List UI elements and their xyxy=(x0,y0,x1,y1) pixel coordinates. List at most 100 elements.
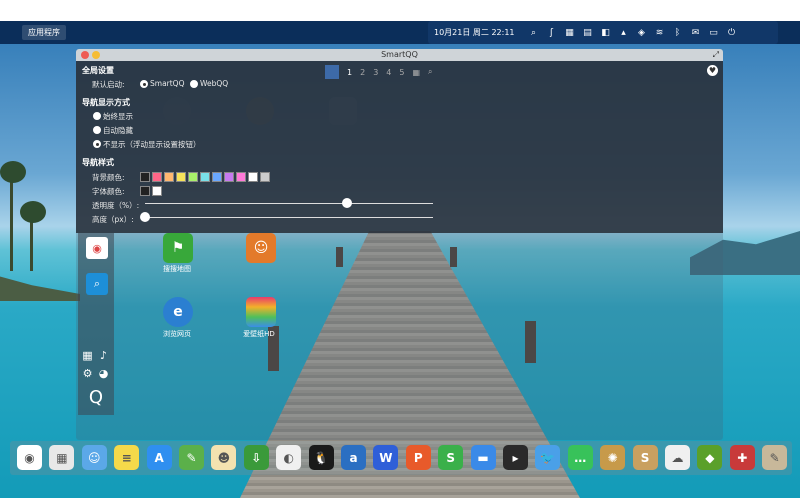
app-label[interactable]: 浏览网页 xyxy=(142,329,212,339)
height-slider-track[interactable] xyxy=(145,217,433,218)
opacity-slider-track[interactable] xyxy=(145,203,433,204)
applications-button[interactable]: 应用程序 xyxy=(22,25,66,40)
wallpaper-icon[interactable]: ▴ xyxy=(615,21,633,44)
ie-browser-icon[interactable]: e xyxy=(163,297,193,327)
bg-color-swatch[interactable] xyxy=(200,172,210,182)
qq-panel-icon[interactable]: ◧ xyxy=(597,21,615,44)
window-titlebar[interactable]: SmartQQ ⤢ xyxy=(76,49,723,61)
app-a-icon[interactable]: a xyxy=(341,445,366,470)
maximize-icon[interactable]: ⤢ xyxy=(713,49,719,61)
gimp-icon[interactable]: ✎ xyxy=(762,445,788,470)
top-menu-bar: 应用程序 10月21日 周二 22:11 ⌕ ʃ ▦ ▤ ◧ ▴ ◈ ≋ ᛒ ✉… xyxy=(0,21,800,44)
qq-penguin-icon[interactable]: 🐧 xyxy=(308,445,334,470)
bg-color-swatch[interactable] xyxy=(176,172,186,182)
font-color-swatch[interactable] xyxy=(152,186,162,196)
download-icon[interactable]: ⇩ xyxy=(243,445,269,470)
finder-icon[interactable]: ☺ xyxy=(81,445,107,470)
desktop-pager: 1 2 3 4 5 ▦ ⌕ xyxy=(325,63,433,81)
face-icon[interactable]: ☻ xyxy=(211,445,237,470)
font-color-label: 字体颜色: xyxy=(92,187,125,196)
desktop-thumbnail[interactable] xyxy=(325,65,339,79)
appstore-icon[interactable]: A xyxy=(146,445,172,470)
bird-icon[interactable]: 🐦 xyxy=(535,445,561,470)
bg-color-swatch[interactable] xyxy=(212,172,222,182)
shield-icon[interactable]: ◈ xyxy=(633,21,651,44)
option-auto-hide[interactable]: 自动隐藏 xyxy=(103,125,133,136)
wps-s-icon[interactable]: S xyxy=(438,445,464,470)
python-icon[interactable]: ʃ xyxy=(543,21,561,44)
option-webqq[interactable]: WebQQ xyxy=(200,79,228,88)
app-label[interactable]: 搜搜地图 xyxy=(142,264,212,274)
close-button[interactable] xyxy=(81,51,89,59)
search-icon[interactable]: ⌕ xyxy=(428,67,432,77)
bg-color-swatch[interactable] xyxy=(236,172,246,182)
bg-color-swatch[interactable] xyxy=(164,172,174,182)
page-5[interactable]: 5 xyxy=(399,68,404,77)
flag-map-icon[interactable]: ⚑ xyxy=(163,233,193,263)
heart-icon[interactable]: ♥ xyxy=(707,65,718,76)
toggle-icon[interactable]: ◐ xyxy=(276,445,302,470)
mail-icon[interactable]: ✉ xyxy=(687,21,705,44)
opacity-slider-knob[interactable] xyxy=(341,198,352,208)
display-icon[interactable]: ▭ xyxy=(705,21,723,44)
power-icon[interactable]: ⏻ xyxy=(723,21,741,44)
calendar-icon[interactable]: ▦ xyxy=(561,21,579,44)
compass-icon[interactable]: ✺ xyxy=(600,445,626,470)
wps-w-icon[interactable]: W xyxy=(373,445,399,470)
chat-icon[interactable]: … xyxy=(567,445,593,470)
volume-icon[interactable]: ♪ xyxy=(97,349,110,362)
window-title: SmartQQ xyxy=(381,50,418,59)
recent-icon[interactable]: ◉ xyxy=(86,237,108,259)
clock[interactable]: 10月21日 周二 22:11 xyxy=(428,27,525,38)
radio-always-show[interactable] xyxy=(93,112,101,120)
wallpaper-hd-icon[interactable] xyxy=(246,297,276,327)
option-hide[interactable]: 不显示（浮动显示设置按钮） xyxy=(103,139,201,150)
bg-color-swatch[interactable] xyxy=(188,172,198,182)
bg-color-swatch[interactable] xyxy=(152,172,162,182)
wps-p-icon[interactable]: P xyxy=(405,445,431,470)
grid-icon[interactable]: ▦ xyxy=(412,68,420,77)
bg-color-swatch[interactable] xyxy=(248,172,258,182)
window-icon[interactable]: ▬ xyxy=(470,445,496,470)
radio-hide[interactable] xyxy=(93,140,101,148)
chrome-icon[interactable]: ◉ xyxy=(17,445,42,470)
minimize-button[interactable] xyxy=(92,51,100,59)
bg-color-swatch[interactable] xyxy=(260,172,270,182)
notes-icon[interactable]: ≡ xyxy=(114,445,140,470)
palette-icon[interactable]: ◕ xyxy=(97,367,110,380)
evernote-icon[interactable]: ✎ xyxy=(179,445,204,470)
qq-logo-icon[interactable]: Q xyxy=(85,387,107,409)
radio-smartqq[interactable] xyxy=(140,80,148,88)
page-4[interactable]: 4 xyxy=(386,68,391,77)
opacity-label: 透明度（%）: xyxy=(92,201,140,210)
people-icon[interactable]: ☺ xyxy=(246,233,276,263)
cloud-icon[interactable]: ☁ xyxy=(665,445,690,470)
s-icon[interactable]: S xyxy=(632,445,658,470)
briefcase-icon[interactable]: ✚ xyxy=(729,445,755,470)
terminal-icon[interactable]: ▸ xyxy=(503,445,528,470)
page-3[interactable]: 3 xyxy=(373,68,378,77)
font-color-swatch[interactable] xyxy=(140,186,150,196)
gear-icon[interactable]: ⚙ xyxy=(81,367,94,380)
palm-leaves xyxy=(20,201,46,223)
page-2[interactable]: 2 xyxy=(360,68,365,77)
page-1[interactable]: 1 xyxy=(347,68,352,77)
android-icon[interactable]: ◆ xyxy=(697,445,723,470)
option-always-show[interactable]: 始终显示 xyxy=(103,111,133,122)
radio-auto-hide[interactable] xyxy=(93,126,101,134)
nav-style-title: 导航样式 xyxy=(82,158,114,167)
height-slider-knob[interactable] xyxy=(140,212,150,222)
launchpad-icon[interactable]: ▦ xyxy=(49,445,75,470)
bluetooth-icon[interactable]: ᛒ xyxy=(669,21,687,44)
global-settings-title: 全局设置 xyxy=(82,66,114,75)
bg-color-swatch[interactable] xyxy=(140,172,150,182)
clipboard-icon[interactable]: ▤ xyxy=(579,21,597,44)
app-label[interactable]: 爱壁纸HD xyxy=(224,329,294,339)
option-smartqq[interactable]: SmartQQ xyxy=(150,79,185,88)
wifi-icon[interactable]: ≋ xyxy=(651,21,669,44)
qq-search-icon[interactable]: ⌕ xyxy=(86,273,108,295)
grid-icon[interactable]: ▦ xyxy=(81,349,94,362)
radio-webqq[interactable] xyxy=(190,80,198,88)
search-icon[interactable]: ⌕ xyxy=(525,21,543,44)
bg-color-swatch[interactable] xyxy=(224,172,234,182)
